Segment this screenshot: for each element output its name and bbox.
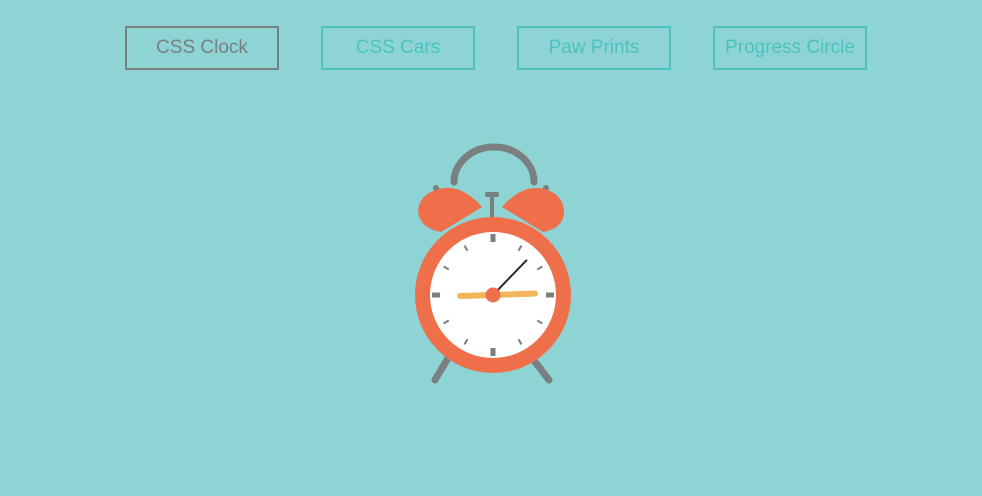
left-leg (431, 354, 452, 384)
top-knob (485, 192, 499, 197)
css-cars-button[interactable]: CSS Cars (321, 26, 475, 70)
progress-circle-button[interactable]: Progress Circle (713, 26, 867, 70)
carry-handle (450, 143, 538, 186)
paw-prints-button[interactable]: Paw Prints (517, 26, 671, 70)
alarm-clock-icon (415, 143, 571, 384)
css-clock-button[interactable]: CSS Clock (125, 26, 279, 70)
alarm-clock (400, 140, 580, 390)
right-leg (528, 354, 553, 384)
demo-nav: CSS Clock CSS Cars Paw Prints Progress C… (0, 26, 982, 70)
center-pin (485, 287, 501, 303)
